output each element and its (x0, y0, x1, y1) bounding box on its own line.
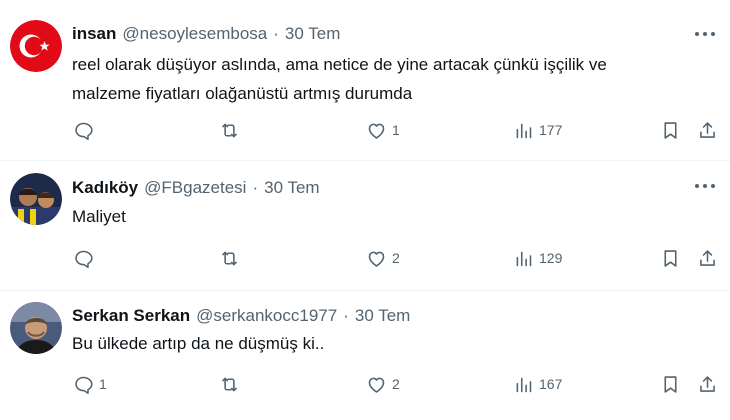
like-count: 2 (392, 376, 400, 392)
reply-icon (75, 376, 93, 394)
tweet-text-line: reel olarak düşüyor aslında, ama netice … (72, 55, 607, 74)
tweet-text-line: Bu ülkede artıp da ne düşmüş ki.. (72, 334, 325, 353)
like-icon (368, 377, 385, 393)
handle[interactable]: @FBgazetesi (144, 178, 246, 198)
views-icon (516, 251, 532, 266)
tweet-actions: 1 2 167 (72, 370, 720, 398)
more-horizontal-icon[interactable] (692, 176, 718, 196)
tweet-header: Kadıköy @FBgazetesi · 30 Tem (72, 176, 320, 200)
bookmark-icon (664, 375, 677, 393)
separator: · (252, 178, 259, 197)
like-count: 2 (392, 250, 400, 266)
bookmark-icon (664, 121, 677, 139)
tweet-text: Maliyet (72, 202, 712, 231)
reply-button[interactable]: 1 (73, 370, 107, 398)
tweet-actions: 1 177 (72, 116, 720, 144)
handle[interactable]: @nesoylesembosa (122, 24, 267, 44)
portrait-photo-avatar-icon (10, 302, 62, 354)
share-button[interactable] (697, 370, 718, 398)
tweet-text-line: malzeme fiyatları olağanüstü artmış duru… (72, 84, 413, 103)
like-icon (368, 251, 385, 267)
more-horizontal-icon[interactable] (692, 24, 718, 44)
avatar[interactable] (10, 302, 62, 354)
reply-button[interactable] (73, 244, 99, 272)
views-button[interactable]: 167 (513, 370, 562, 398)
separator: · (273, 24, 279, 43)
tweet-header: insan @nesoylesembosa · 30 Tem (72, 22, 340, 46)
like-count: 1 (392, 122, 400, 138)
timestamp[interactable]: 30 Tem (264, 178, 319, 198)
tweet-1[interactable]: insan @nesoylesembosa · 30 Tem reel olar… (0, 0, 730, 160)
views-count: 129 (539, 250, 563, 266)
bookmark-button[interactable] (660, 370, 681, 398)
retweet-button[interactable] (219, 370, 245, 398)
reply-count: 1 (99, 376, 107, 392)
tweet-text: Bu ülkede artıp da ne düşmüş ki.. (72, 329, 712, 358)
tweet-text: reel olarak düşüyor aslında, ama netice … (72, 50, 712, 108)
bookmark-button[interactable] (660, 244, 681, 272)
views-button[interactable]: 177 (513, 116, 562, 144)
views-button[interactable]: 129 (513, 244, 562, 272)
share-icon (700, 121, 715, 138)
bookmark-button[interactable] (660, 116, 681, 144)
like-icon (368, 123, 385, 139)
avatar[interactable] (10, 173, 62, 225)
retweet-icon (222, 251, 237, 265)
timestamp[interactable]: 30 Tem (285, 24, 340, 44)
tweet-feed: insan @nesoylesembosa · 30 Tem reel olar… (0, 0, 730, 420)
display-name[interactable]: Kadıköy (72, 178, 138, 198)
reply-icon (75, 250, 93, 268)
views-icon (516, 123, 532, 138)
timestamp[interactable]: 30 Tem (355, 306, 410, 326)
like-button[interactable]: 1 (366, 116, 400, 144)
like-button[interactable]: 2 (366, 244, 400, 272)
retweet-icon (222, 377, 237, 391)
tweet-text-line: Maliyet (72, 207, 126, 226)
tweet-3[interactable]: Serkan Serkan @serkankocc1977 · 30 Tem B… (0, 291, 730, 420)
share-icon (700, 249, 715, 266)
reply-button[interactable] (73, 116, 99, 144)
share-button[interactable] (697, 244, 718, 272)
share-button[interactable] (697, 116, 718, 144)
display-name[interactable]: Serkan Serkan (72, 306, 190, 326)
bookmark-icon (664, 249, 677, 267)
fenerbahce-photo-avatar-icon (10, 173, 62, 225)
avatar[interactable] (10, 20, 62, 72)
reply-icon (75, 122, 93, 140)
tweet-actions: 2 129 (72, 244, 720, 272)
handle[interactable]: @serkankocc1977 (196, 306, 337, 326)
views-count: 177 (539, 122, 563, 138)
tweet-2[interactable]: Kadıköy @FBgazetesi · 30 Tem Maliyet 2 1… (0, 161, 730, 290)
share-icon (700, 375, 715, 392)
retweet-icon (222, 123, 237, 137)
views-icon (516, 377, 532, 392)
display-name[interactable]: insan (72, 24, 116, 44)
separator: · (343, 306, 349, 325)
views-count: 167 (539, 376, 563, 392)
retweet-button[interactable] (219, 244, 245, 272)
turkish-flag-avatar-icon (10, 20, 62, 72)
tweet-header: Serkan Serkan @serkankocc1977 · 30 Tem (72, 304, 410, 328)
retweet-button[interactable] (219, 116, 245, 144)
like-button[interactable]: 2 (366, 370, 400, 398)
